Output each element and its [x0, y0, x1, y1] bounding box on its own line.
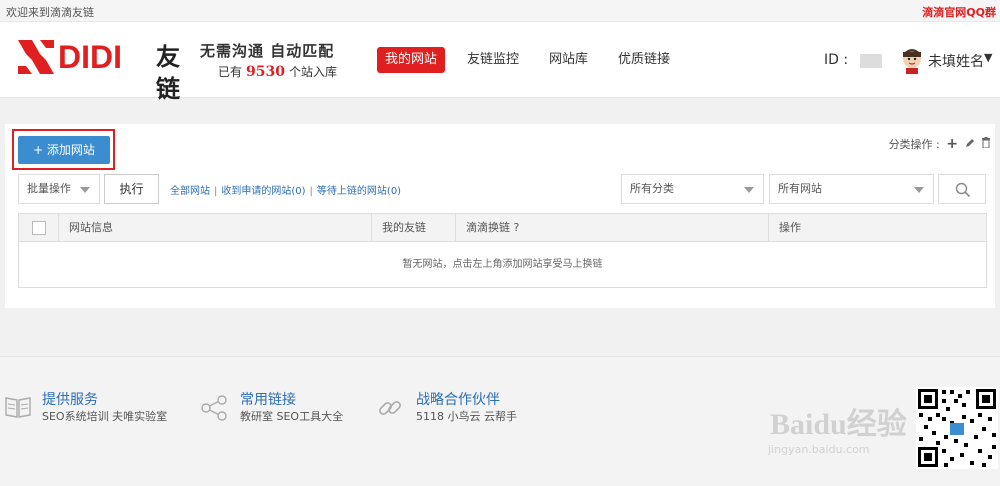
header-site-info: 网站信息	[59, 214, 372, 242]
chevron-down-icon	[744, 187, 754, 193]
site-filters: 全部网站 | 收到申请的网站(0) | 等待上链的网站(0)	[170, 186, 402, 197]
logo-brand: DIDI	[58, 39, 122, 75]
batch-select-value: 批量操作	[27, 182, 71, 195]
footer-services: 提供服务 SEO系统培训 夫唯实验室	[4, 387, 194, 427]
welcome-text: 欢迎来到滴滴友链	[6, 6, 94, 19]
user-menu-caret-icon[interactable]: ▼	[984, 51, 992, 64]
nav-site-library[interactable]: 网站库	[549, 47, 588, 73]
filter-waiting-links[interactable]: 等待上链的网站(0)	[317, 186, 401, 197]
batch-operation-select[interactable]: 批量操作	[18, 174, 100, 204]
slogan-line1: 无需沟通 自动匹配	[200, 42, 335, 60]
nav-my-sites[interactable]: 我的网站	[377, 47, 446, 73]
search-icon	[955, 182, 971, 198]
footer-common-links: 常用链接 教研室 SEO工具大全	[200, 387, 370, 427]
toolbar: 批量操作 执行 全部网站 | 收到申请的网站(0) | 等待上链的网站(0) 所有分类 …	[18, 174, 988, 204]
footer: 提供服务 SEO系统培训 夫唯实验室 常用链接 教研室 SEO工具大全 战略合作…	[0, 356, 1000, 486]
footer-partners-links[interactable]: 5118 小鸟云 云帮手	[416, 408, 517, 424]
category-operations: 分类操作 : +	[886, 136, 991, 152]
site-select[interactable]: 所有网站	[769, 174, 934, 204]
sites-table: 网站信息 我的友链 滴滴换链 ? 操作 暂无网站，点击左上角添加网站享受马上换链	[18, 213, 987, 288]
add-site-button[interactable]: + 添加网站	[18, 136, 110, 164]
footer-services-links[interactable]: SEO系统培训 夫唯实验室	[42, 408, 167, 424]
site-count: 9530	[246, 64, 285, 80]
book-icon	[5, 397, 31, 418]
header: DIDI 友链 无需沟通 自动匹配 已有 9530 个站入库 我的网站 友链监控 网…	[0, 22, 1000, 103]
category-select-value: 所有分类	[630, 182, 674, 195]
category-ops-label: 分类操作 :	[888, 138, 940, 151]
chevron-down-icon	[914, 187, 924, 193]
sites-panel: + 添加网站 分类操作 : + 批量操作 执行 全部网站 | 收到申请的网站(0) |…	[5, 124, 995, 308]
top-bar: 欢迎来到滴滴友链 滴滴官网QQ群	[0, 0, 1000, 22]
header-actions: 操作	[779, 221, 801, 234]
user-id-label: ID :	[824, 52, 849, 68]
add-category-icon[interactable]: +	[946, 136, 958, 152]
link-icon	[379, 401, 401, 415]
user-id-masked	[860, 54, 882, 68]
nav-link-monitor[interactable]: 友链监控	[467, 47, 519, 73]
site-select-value: 所有网站	[778, 182, 822, 195]
add-site-highlight: + 添加网站	[12, 129, 115, 170]
filter-received-requests[interactable]: 收到申请的网站(0)	[221, 186, 305, 197]
select-all-checkbox[interactable]	[32, 221, 46, 235]
header-didi-exchange: 滴滴换链 ?	[456, 214, 769, 242]
header-my-links: 我的友链	[372, 214, 456, 242]
user-area: ID : 未填姓名 ▼	[824, 48, 996, 74]
qq-group-link[interactable]: 滴滴官网QQ群	[922, 4, 996, 20]
nav-quality-links[interactable]: 优质链接	[618, 47, 670, 73]
watermark-url: jingyan.baidu.com	[768, 443, 870, 456]
logo[interactable]: DIDI 友链	[18, 38, 193, 103]
chevron-down-icon	[80, 187, 90, 193]
qr-code	[916, 387, 998, 469]
footer-partners: 战略合作伙伴 5118 小鸟云 云帮手	[376, 387, 546, 427]
footer-partners-title: 战略合作伙伴	[416, 392, 500, 408]
footer-common-links-list[interactable]: 教研室 SEO工具大全	[240, 408, 343, 424]
filter-all-sites[interactable]: 全部网站	[170, 186, 210, 197]
execute-button[interactable]: 执行	[104, 174, 159, 204]
table-header: 网站信息 我的友链 滴滴换链 ? 操作	[19, 214, 986, 242]
delete-category-icon[interactable]	[981, 137, 991, 151]
edit-category-icon[interactable]	[965, 138, 979, 151]
logo-mark-icon	[18, 40, 54, 74]
search-button[interactable]	[938, 174, 986, 204]
user-name[interactable]: 未填姓名	[928, 51, 984, 71]
slogan-prefix: 已有	[218, 65, 243, 79]
baidu-watermark: Baidu经验 jingyan.baidu.com	[762, 379, 912, 469]
footer-services-title: 提供服务	[42, 392, 98, 408]
slogan-suffix: 个站入库	[288, 65, 337, 79]
slogan-line2: 已有 9530 个站入库	[200, 64, 350, 80]
watermark-text: Baidu经验	[770, 408, 907, 441]
share-icon	[201, 395, 227, 421]
avatar[interactable]	[900, 48, 924, 74]
logo-brand-cn: 友链	[156, 43, 180, 103]
empty-state-text: 暂无网站，点击左上角添加网站享受马上换链	[402, 259, 603, 270]
footer-common-links-title: 常用链接	[240, 392, 296, 408]
header-select-all	[19, 214, 59, 242]
slogan: 无需沟通 自动匹配 已有 9530 个站入库	[200, 42, 350, 80]
category-select[interactable]: 所有分类	[621, 174, 764, 204]
